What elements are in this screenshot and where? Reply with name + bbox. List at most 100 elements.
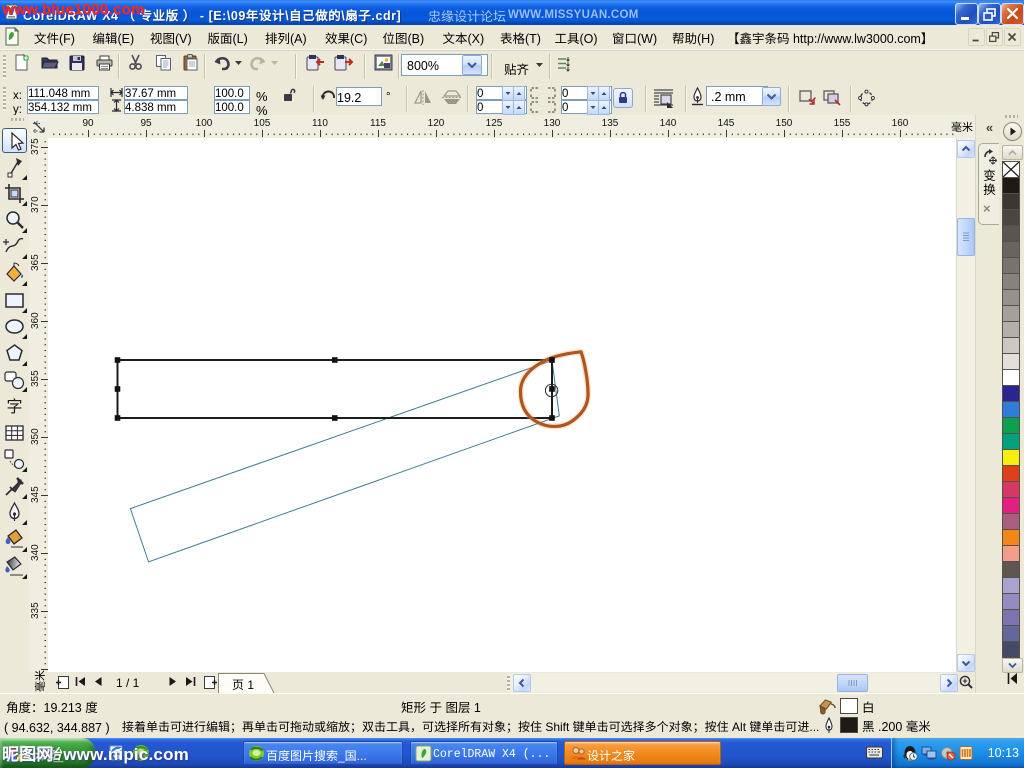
scroll-left-button[interactable] <box>513 674 531 692</box>
hscroll-thumb[interactable] <box>837 674 868 692</box>
redo-button[interactable] <box>248 54 268 72</box>
swatch-#f8ef0e[interactable] <box>1002 449 1020 466</box>
vertical-ruler[interactable]: 375370365360355350345340335 毫米 <box>29 138 48 672</box>
mirror-horizontal-button[interactable] <box>413 90 433 105</box>
swatch-#5f564f[interactable] <box>1002 561 1020 578</box>
swatch-#95928d[interactable] <box>1002 289 1020 306</box>
scroll-down-button[interactable] <box>957 654 975 672</box>
height-field[interactable]: 4.838 mm <box>124 100 188 114</box>
y-position-field[interactable]: 354.132 mm <box>27 100 99 114</box>
toolbox-grip[interactable] <box>11 118 24 121</box>
swatch-#0fa04f[interactable] <box>1002 417 1020 434</box>
last-page-button[interactable] <box>184 675 197 688</box>
redo-dropdown-arrow[interactable] <box>270 60 279 66</box>
horizontal-ruler[interactable]: 9095100105110115120125130135140145150155… <box>48 115 976 138</box>
scale-x-field[interactable]: 100.0 <box>214 86 250 100</box>
menu-item-3[interactable]: 版面(L) <box>208 29 248 46</box>
undo-button[interactable] <box>212 54 232 72</box>
swatch-#2e7cdb[interactable] <box>1002 401 1020 418</box>
menu-item-8[interactable]: 表格(T) <box>500 29 541 46</box>
swatch-#1e1b17[interactable] <box>1002 177 1020 194</box>
tool-zoom[interactable] <box>2 208 27 233</box>
next-page-button[interactable] <box>168 675 179 688</box>
menu-item-9[interactable]: 工具(O) <box>555 29 598 46</box>
swatch-#f49c8c[interactable] <box>1002 545 1020 562</box>
first-page-button[interactable] <box>74 675 87 688</box>
open-button[interactable] <box>41 55 59 70</box>
menu-item-2[interactable]: 视图(V) <box>150 29 192 46</box>
close-button[interactable] <box>1001 3 1024 25</box>
minimize-button[interactable] <box>955 3 978 25</box>
toolbar-grip[interactable] <box>3 55 6 79</box>
add-page-end-button[interactable] <box>203 675 218 690</box>
palette-scroll-down[interactable] <box>1002 658 1023 673</box>
restore-button[interactable] <box>978 3 1001 25</box>
tray-icon-volume-muted[interactable] <box>940 745 956 761</box>
tool-table[interactable] <box>2 421 27 446</box>
application-launcher-button[interactable] <box>374 54 393 71</box>
swatch-#a4a19c[interactable] <box>1002 305 1020 322</box>
horizontal-scrollbar[interactable] <box>507 673 956 692</box>
swatch-#e04019[interactable] <box>1002 465 1020 482</box>
menu-item-5[interactable]: 效果(C) <box>325 29 367 46</box>
swatch-#d63865[interactable] <box>1002 481 1020 498</box>
swatch-#2a2591[interactable] <box>1002 385 1020 402</box>
mdi-minimize-button[interactable] <box>968 28 985 46</box>
spin-up-tr[interactable] <box>598 86 610 101</box>
docker-collapse-button[interactable]: « <box>979 120 998 138</box>
corners-lock-button[interactable] <box>613 88 633 108</box>
tray-icon-qq[interactable] <box>902 745 918 761</box>
tool-eyedropper[interactable] <box>2 474 27 499</box>
propbar-grip[interactable] <box>3 87 6 111</box>
menu-item-7[interactable]: 文本(X) <box>443 29 485 46</box>
new-document-button[interactable] <box>13 54 30 71</box>
tool-ellipse[interactable] <box>2 314 27 339</box>
swatch-#e3e0db[interactable] <box>1002 353 1020 370</box>
scale-y-field[interactable]: 100.0 <box>214 100 250 114</box>
convert-to-curves-button[interactable] <box>797 89 818 107</box>
swatch-#b3b0ab[interactable] <box>1002 321 1020 338</box>
smooth-corners-icon[interactable] <box>857 89 876 107</box>
docker-tab-transformations[interactable]: 变换 × <box>978 143 1001 225</box>
swatch-#aaa3cf[interactable] <box>1002 577 1020 594</box>
swatch-#7d74ae[interactable] <box>1002 609 1020 626</box>
add-page-start-button[interactable] <box>55 675 70 690</box>
outline-width-dropdown-arrow[interactable] <box>762 87 781 106</box>
menu-item-1[interactable]: 编辑(E) <box>93 29 135 46</box>
tray-icon-document[interactable] <box>958 745 974 761</box>
swatch-#595651[interactable] <box>1002 225 1020 242</box>
task-button-coreldraw[interactable]: CorelDRAW X4 (... <box>410 741 558 765</box>
swatch-none[interactable] <box>1002 161 1020 178</box>
swatch-#77746f[interactable] <box>1002 257 1020 274</box>
tool-smart-fill[interactable] <box>2 261 27 286</box>
x-position-field[interactable]: 111.048 mm <box>27 86 99 100</box>
swatch-#686560[interactable] <box>1002 241 1020 258</box>
swatch-#00a17c[interactable] <box>1002 433 1020 450</box>
tool-text[interactable]: 字 <box>2 394 27 419</box>
pan-zoom-button[interactable] <box>956 672 975 693</box>
tray-icon-network[interactable] <box>921 745 937 761</box>
vertical-scrollbar[interactable] <box>956 138 975 672</box>
tool-outline[interactable] <box>2 500 27 525</box>
fill-color-swatch[interactable] <box>840 698 858 714</box>
print-button[interactable] <box>96 55 113 71</box>
menu-item-11[interactable]: 帮助(H) <box>672 29 714 46</box>
mdi-close-button[interactable] <box>1004 28 1021 46</box>
palette-scroll-up[interactable] <box>1002 145 1023 160</box>
swatch-#646898[interactable] <box>1002 625 1020 642</box>
menu-item-10[interactable]: 窗口(W) <box>612 29 657 46</box>
swatch-#cbc8c3[interactable] <box>1002 337 1020 354</box>
palette-flyout-button[interactable] <box>1003 122 1022 141</box>
rotation-angle-field[interactable]: 19.2 <box>336 87 382 106</box>
wrap-text-button[interactable] <box>653 88 674 108</box>
tool-pick[interactable] <box>2 128 27 153</box>
docker-close-icon[interactable]: × <box>983 202 996 215</box>
tool-shape[interactable] <box>2 155 27 180</box>
snap-dropdown-arrow[interactable] <box>535 62 544 68</box>
tool-blend[interactable] <box>2 447 27 472</box>
swatch-#a85f7e[interactable] <box>1002 513 1020 530</box>
spin-up-tl[interactable] <box>513 86 525 101</box>
swatch-#e51e82[interactable] <box>1002 497 1020 514</box>
vscroll-thumb[interactable] <box>957 218 975 256</box>
import-button[interactable] <box>306 54 326 71</box>
